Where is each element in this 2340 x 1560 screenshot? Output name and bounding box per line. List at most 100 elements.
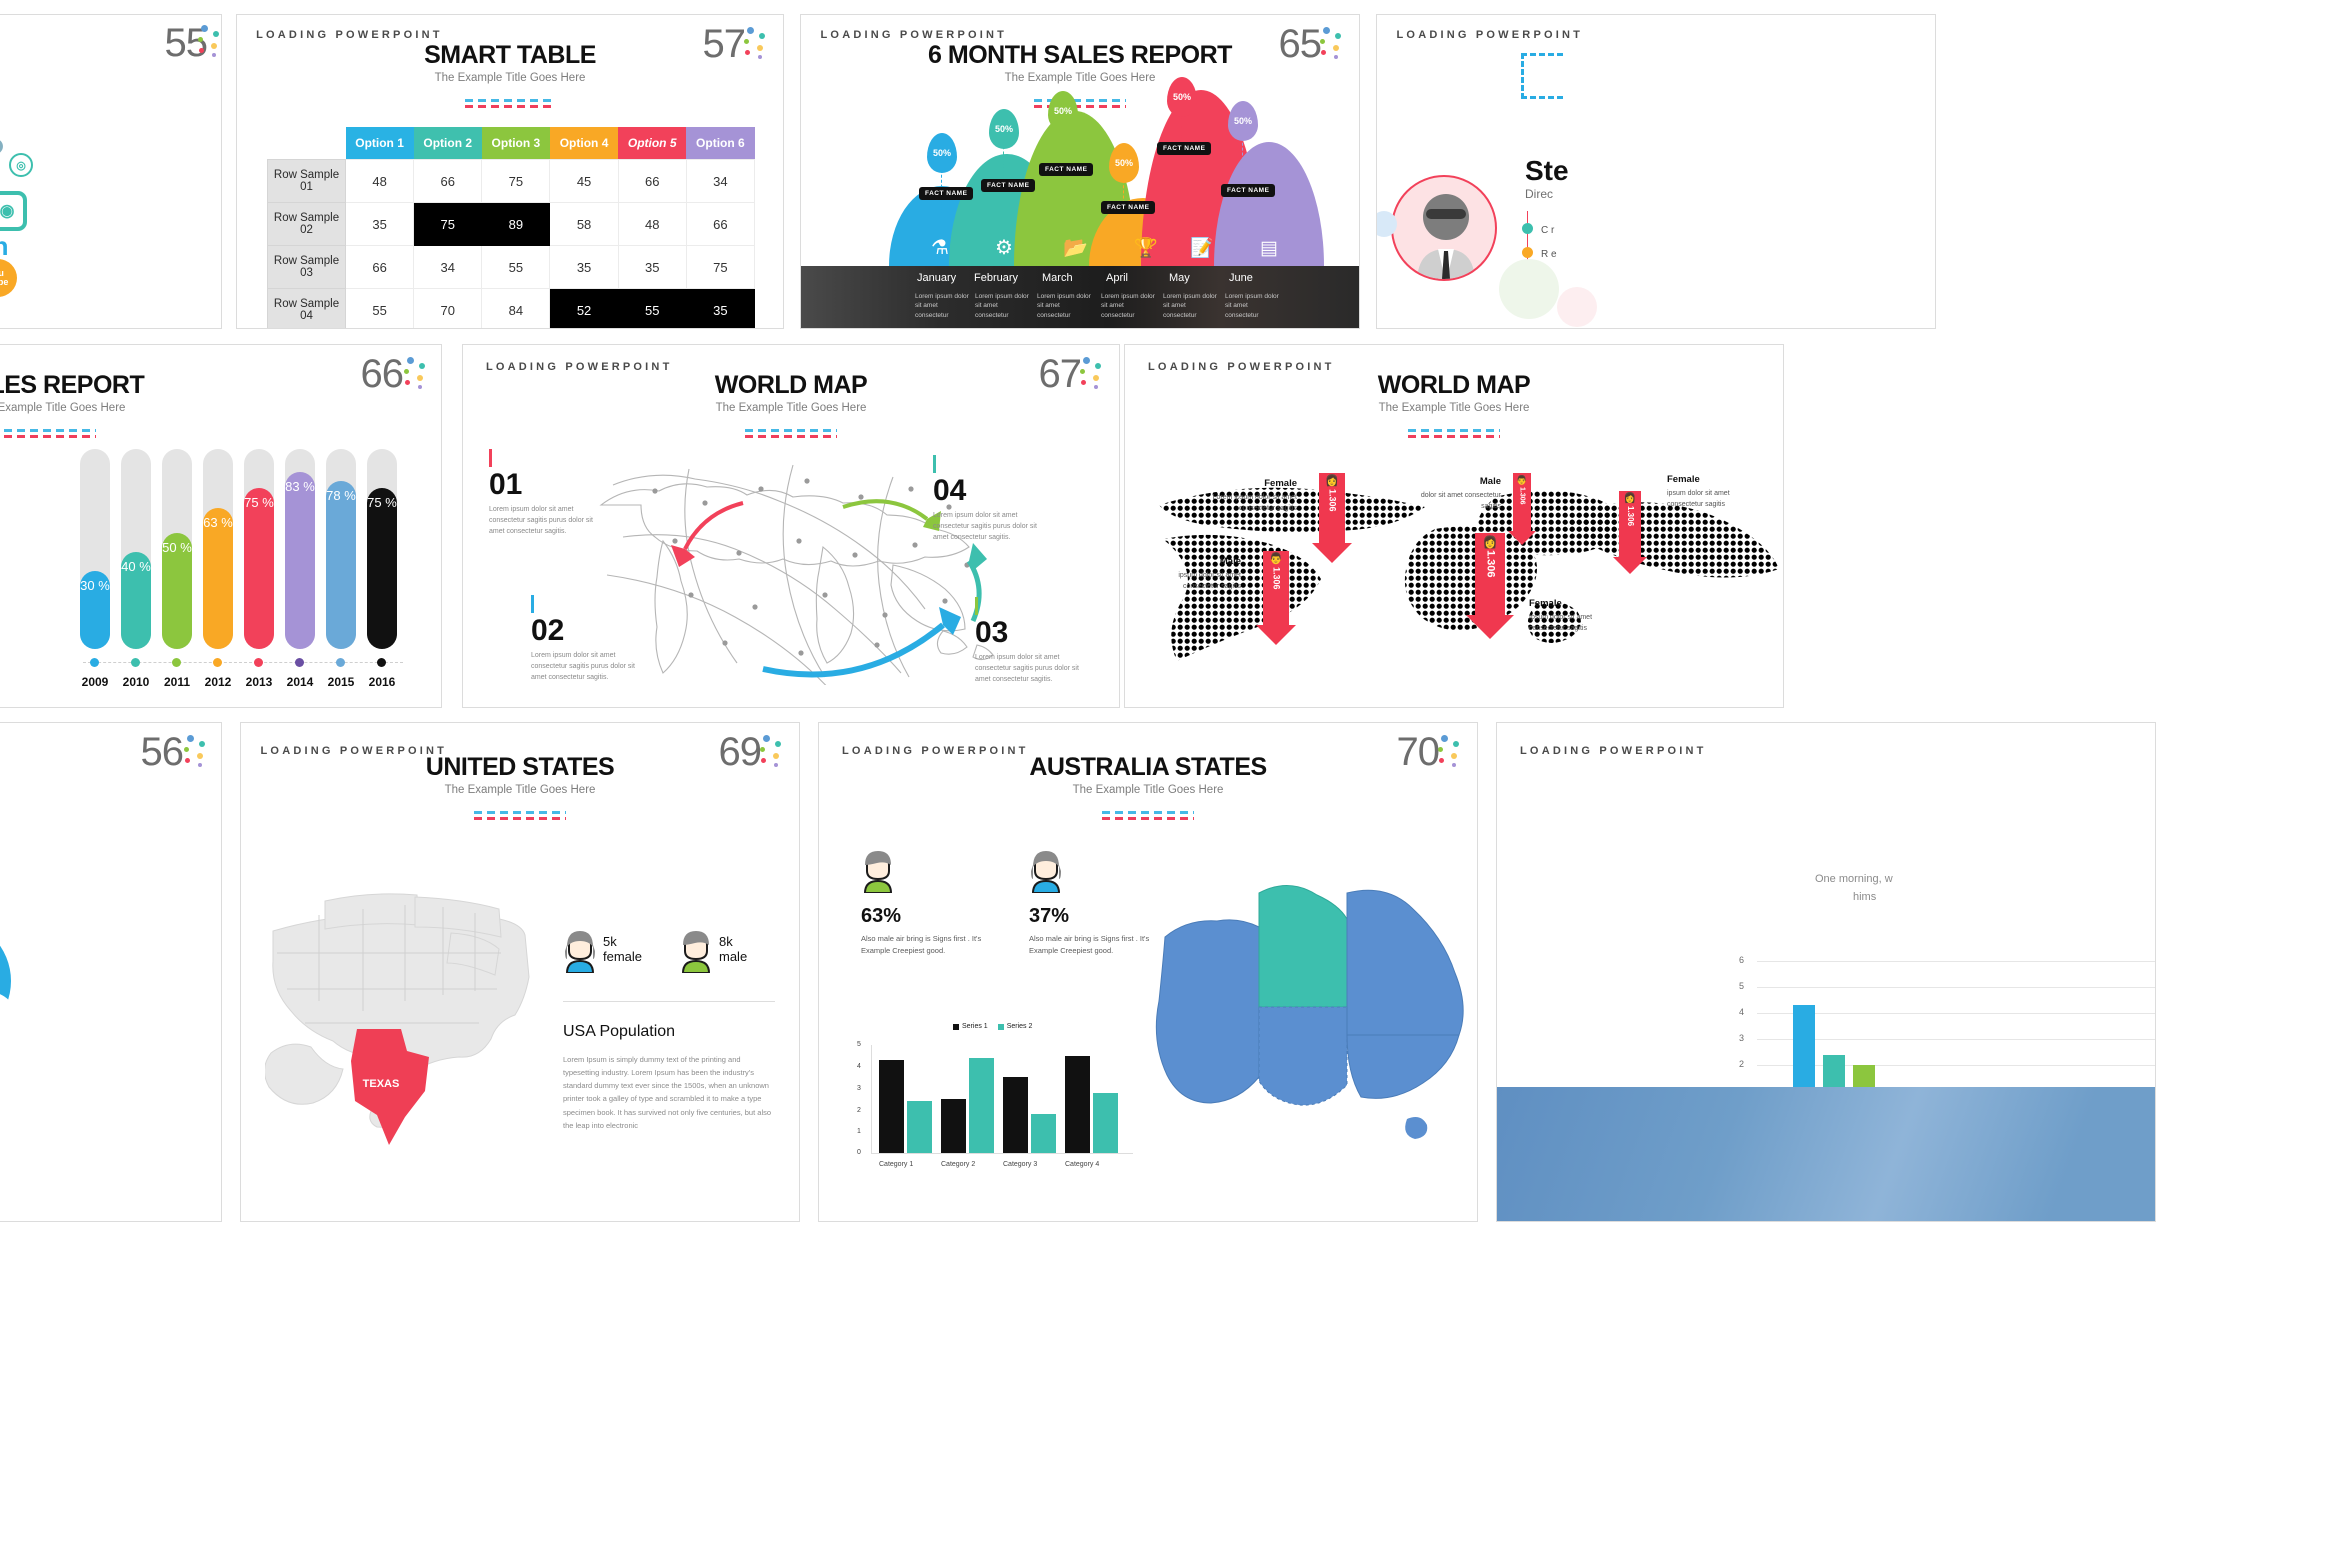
marker-label-male-2: Male dolor sit amet consectetur sagitis <box>1405 475 1501 512</box>
point-number: 04 <box>933 474 967 507</box>
table-cell: 34 <box>685 159 756 203</box>
pin-percent: 50% <box>1053 106 1072 116</box>
x-tick-2013: 2013 <box>245 675 273 689</box>
column-header[interactable]: Option 2 <box>413 127 482 160</box>
bar-cat1-series1[interactable] <box>879 1060 904 1153</box>
column-header[interactable]: Option 5 <box>618 127 687 160</box>
legend-series-2[interactable]: Series 2 <box>997 1023 1032 1030</box>
male-value: 8k <box>719 934 733 949</box>
month-label-may: May <box>1169 272 1190 284</box>
slide-69-title: UNITED STATES <box>425 753 615 781</box>
bar-2010[interactable]: 40 % <box>121 552 151 649</box>
column-header[interactable]: Option 1 <box>345 127 414 160</box>
month-label-march: March <box>1042 272 1073 284</box>
usa-map[interactable]: TEXAS <box>265 883 533 1163</box>
bar-cat4-series2[interactable] <box>1093 1093 1118 1153</box>
decor-circle <box>1499 259 1559 319</box>
legend-series-1[interactable]: Series 1 <box>953 1023 988 1030</box>
x-tick-2011: 2011 <box>163 675 191 689</box>
table-row[interactable]: Row Sample 02 35 75 89 58 48 66 <box>267 202 756 246</box>
table-row[interactable]: Row Sample 03 66 34 55 35 35 75 <box>267 245 756 289</box>
marker-arrow-male-2[interactable]: 👨 1.306 <box>1508 473 1539 545</box>
slide-55[interactable]: TING 55 su f 👍 g 🔗 ◎ B 📣 🚩 in ◉ ↷ v 📞 in… <box>0 14 222 329</box>
stat-text-63: Also male air bring is Signs first . It'… <box>861 934 982 956</box>
accent-bar <box>933 455 936 473</box>
bar-cat3-series1[interactable] <box>1003 1077 1028 1153</box>
marker-arrow-male-1[interactable]: 👨 1.306 <box>1256 551 1296 645</box>
bar-2009[interactable]: 30 % <box>80 571 110 649</box>
column-header[interactable]: Option 4 <box>549 127 619 160</box>
table-header-row: Option 1 Option 2 Option 3 Option 4 Opti… <box>268 127 755 160</box>
slide-65-six-month-sales-report[interactable]: LOADING POWERPOINT 65 6 MONTH SALES REPO… <box>800 14 1360 329</box>
slide-70-subtitle: The Example Title Goes Here <box>1072 784 1224 796</box>
y-tick: 3 <box>1739 1033 1745 1043</box>
column-header[interactable]: Option 6 <box>686 127 755 160</box>
row-label: Row Sample 03 <box>267 245 346 289</box>
flask-icon: ⚗ <box>931 237 949 259</box>
map-point-03[interactable]: 03 Lorem ipsum dolor sit amet consectetu… <box>975 597 1095 686</box>
slide-70-australia-states[interactable]: LOADING POWERPOINT 70 AUSTRALIA STATES T… <box>818 722 1478 1222</box>
table-cell: 34 <box>413 245 483 289</box>
marker-arrow-female-3[interactable]: 👩 1.306 <box>1613 491 1647 574</box>
pin-percent: 50% <box>994 124 1013 134</box>
stat-text-37: Also male air bring is Signs first . It'… <box>1029 934 1150 956</box>
month-desc: Lorem ipsum dolor sit amet consectetur <box>1101 292 1155 319</box>
timeline-dot <box>254 658 263 667</box>
gridline <box>1757 1013 2155 1014</box>
bar-2015[interactable]: 78 % <box>326 481 356 649</box>
bar-cat3-series2[interactable] <box>1031 1114 1056 1153</box>
eyebrow: LOADING POWERPOINT <box>1396 29 1584 42</box>
bar-chart-70[interactable]: Series 1 Series 2 5 4 3 2 1 0 Category 1… <box>849 1023 1139 1193</box>
skill-bullet <box>1522 247 1533 258</box>
bar-2016[interactable]: 75 % <box>367 488 397 649</box>
slide-66-sales-report[interactable]: 66 SALES REPORT The Example Title Goes H… <box>0 344 442 708</box>
table-cell-highlighted: 55 <box>617 288 687 328</box>
bar-cat1-series2[interactable] <box>907 1101 932 1153</box>
table-row[interactable]: Row Sample 04 55 70 84 52 55 35 <box>267 288 756 328</box>
marker-arrow-female-1[interactable]: 👩 1.306 <box>1312 473 1352 563</box>
northern-territory-region <box>1258 884 1348 1008</box>
bar-cat4-series1[interactable] <box>1065 1056 1090 1153</box>
bar-cat2-series2[interactable] <box>969 1058 994 1153</box>
marker-gender: Male <box>1479 476 1501 487</box>
x-tick-2009: 2009 <box>81 675 109 689</box>
bar-2014[interactable]: 83 % <box>285 472 315 649</box>
slide-69-united-states[interactable]: LOADING POWERPOINT 69 UNITED STATES The … <box>240 722 800 1222</box>
australia-map[interactable] <box>1149 863 1478 1173</box>
slide-57-smart-table[interactable]: LOADING POWERPOINT 57 SMART TABLE The Ex… <box>236 14 784 329</box>
map-point-04[interactable]: 04 Lorem ipsum dolor sit amet consectetu… <box>933 455 1053 544</box>
timeline-dot <box>295 658 304 667</box>
fact-label-may: FACT NAME <box>1157 142 1212 155</box>
slide-67-world-map[interactable]: LOADING POWERPOINT 67 WORLD MAP The Exam… <box>462 344 1120 708</box>
fact-label-april: FACT NAME <box>1101 201 1156 214</box>
slide-71-partial[interactable]: LOADING POWERPOINT One morning, w hims 6… <box>1496 722 2156 1222</box>
marker-label-female-1: Female Lorem ipsum dolor sit amet consec… <box>1201 477 1297 514</box>
bar-cat2-series1[interactable] <box>941 1099 966 1153</box>
chart-legend[interactable]: Series 1 Series 2 <box>953 1023 1032 1030</box>
bar-chart-66[interactable]: 30 % 40 % 50 % 63 % 75 % 83 % 78 % 75 % … <box>0 345 441 707</box>
table-cell: 55 <box>481 245 551 289</box>
table-cell: 35 <box>617 245 687 289</box>
marker-value: 1.306 <box>1518 487 1526 505</box>
marker-arrow-female-2[interactable]: 👩 1.306 <box>1466 533 1514 639</box>
table-cell: 35 <box>344 202 415 246</box>
map-point-01[interactable]: 01 Lorem ipsum dolor sit amet consectetu… <box>489 449 609 538</box>
map-point-02[interactable]: 02 Lorem ipsum dolor sit amet consectetu… <box>531 595 651 684</box>
western-australia-region <box>1155 919 1260 1104</box>
eyebrow: LOADING POWERPOINT <box>256 29 443 42</box>
column-header[interactable]: Option 3 <box>481 127 550 160</box>
table-row[interactable]: Row Sample 01 48 66 75 45 66 34 <box>267 159 756 203</box>
quote-line-1: One morning, w <box>1815 873 1893 885</box>
female-label: female <box>603 948 643 964</box>
smart-table[interactable]: Option 1 Option 2 Option 3 Option 4 Opti… <box>267 127 756 328</box>
y-tick: 2 <box>857 1107 861 1114</box>
timeline-dot <box>336 658 345 667</box>
slide-56-petals[interactable]: 56 ES ere 📅 ▤ ⚙ 📝 <box>0 722 222 1222</box>
marker-text: Ipsum dolor sit amet consectetur sagitis <box>1529 614 1593 632</box>
bar-2012[interactable]: 63 % <box>203 508 233 649</box>
bar-2011[interactable]: 50 % <box>162 533 192 649</box>
table-cell: 55 <box>344 288 415 328</box>
slide-68-world-map-demographics[interactable]: LOADING POWERPOINT WORLD MAP The Example… <box>1124 344 1784 708</box>
bar-2013[interactable]: 75 % <box>244 488 274 649</box>
slide-team-member[interactable]: LOADING POWERPOINT Ste Direc C r R e T a <box>1376 14 1936 329</box>
